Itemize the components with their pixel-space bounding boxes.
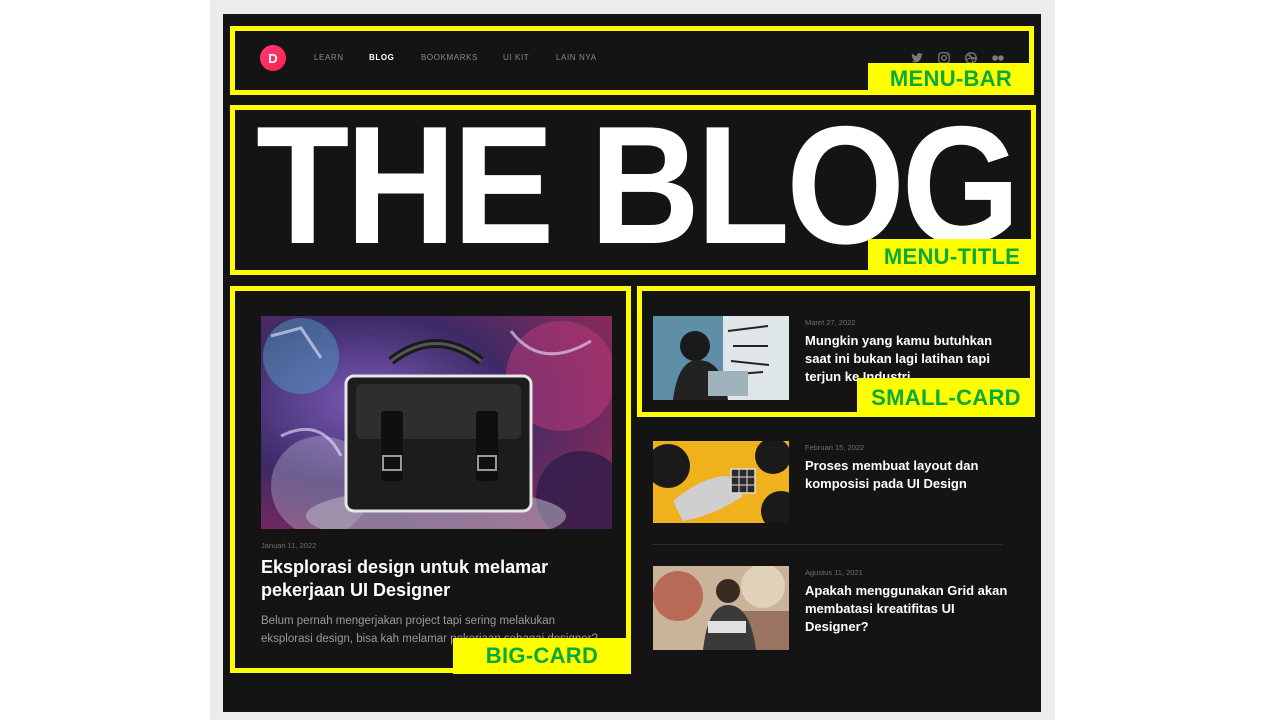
small-card-label: SMALL-CARD	[857, 378, 1035, 417]
big-card-outline	[230, 286, 631, 673]
big-card-label: BIG-CARD	[453, 638, 631, 674]
small-card-2-image[interactable]	[653, 441, 789, 523]
small-card-2-title[interactable]: Proses membuat layout dan komposisi pada…	[805, 457, 1015, 493]
menu-title-label: MENU-TITLE	[868, 239, 1036, 275]
small-card-3-image[interactable]	[653, 566, 789, 650]
small-card-3-date: Agustus 11, 2021	[805, 568, 863, 577]
card-divider	[652, 544, 1002, 545]
small-card-2-date: Februari 15, 2022	[805, 443, 865, 452]
small-card-3-title[interactable]: Apakah menggunakan Grid akan membatasi k…	[805, 582, 1015, 636]
menu-bar-label: MENU-BAR	[868, 63, 1034, 95]
